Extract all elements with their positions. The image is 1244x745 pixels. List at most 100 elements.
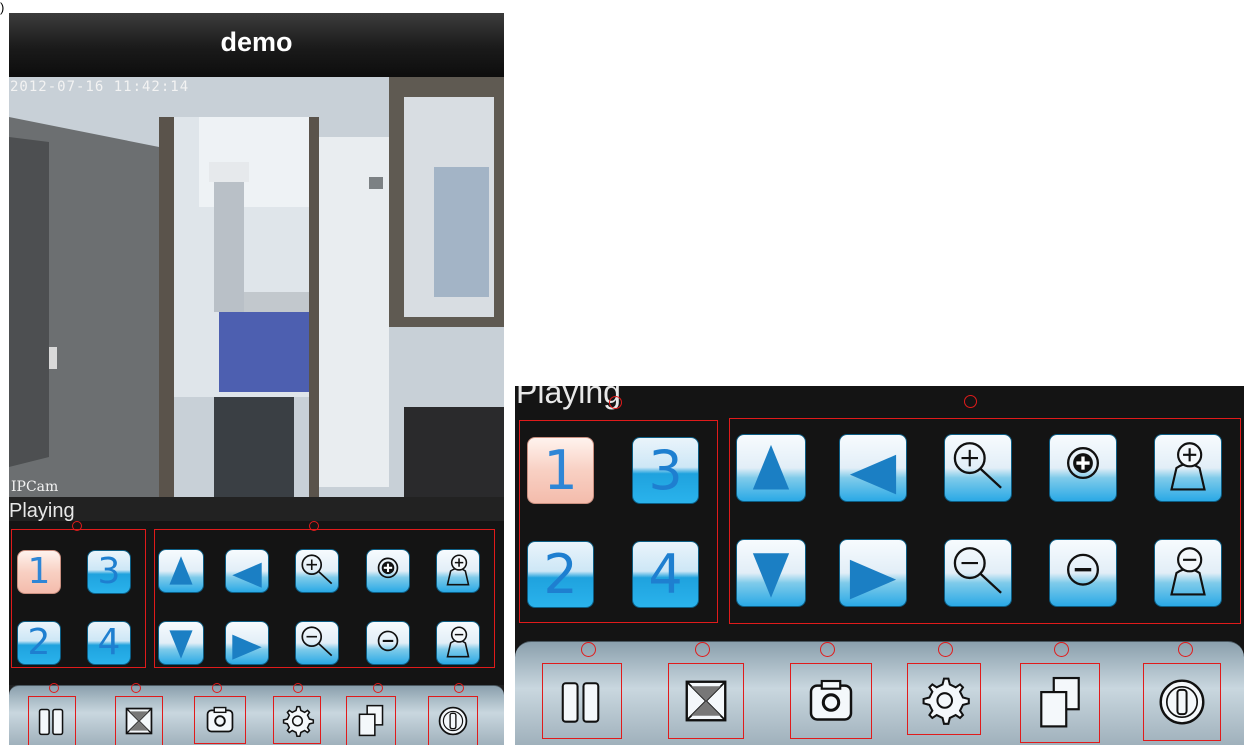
ptz-down-button[interactable] [158,621,204,665]
focus-out-icon [446,626,470,658]
info-icon [1159,679,1205,725]
info-button[interactable] [1143,663,1221,741]
multi-view-button[interactable] [346,696,396,745]
video-frame-image [9,77,504,497]
gear-icon [282,705,315,738]
minus-button[interactable] [1049,539,1117,607]
channel-label: 3 [648,438,683,502]
ptz-left-button[interactable] [839,434,907,502]
arrow-left-icon [849,454,897,495]
callout-marker [820,642,835,657]
multi-view-icon [1040,676,1080,728]
callout-marker [49,683,59,693]
bottom-toolbar-zoomed [515,641,1244,745]
pause-button[interactable] [28,696,76,745]
zoom-in-button[interactable] [295,549,339,593]
control-panel: 1 3 2 4 [9,521,504,685]
channel-label: 4 [97,622,121,663]
focus-in-icon [446,554,470,586]
focus-out-icon [1170,547,1206,596]
snapshot-button[interactable] [790,663,872,739]
channel-label: 2 [27,622,51,663]
corner-mark: ) [0,0,5,15]
channel-label: 3 [97,551,121,592]
settings-button[interactable] [907,663,981,735]
channel-label: 1 [27,551,51,592]
zoom-in-icon [301,554,333,585]
focus-in-button[interactable] [1154,434,1222,502]
status-text-zoomed: Playing [516,386,621,410]
channel-button-1[interactable]: 1 [17,550,61,594]
settings-button[interactable] [273,696,321,744]
gear-icon [922,677,970,725]
channel-button-4[interactable]: 4 [632,541,699,608]
arrow-down-icon [752,553,790,598]
callout-marker [309,521,319,531]
zoom-out-icon [953,547,1002,594]
minus-circle-icon [377,630,399,652]
arrow-left-icon [232,562,262,588]
channel-button-3[interactable]: 3 [632,437,699,504]
ptz-up-button[interactable] [736,434,806,502]
zoom-in-icon [953,442,1002,489]
callout-marker [581,642,596,657]
callout-marker [1054,642,1069,657]
zoom-out-icon [301,626,333,657]
callout-marker [938,642,953,657]
plus-circle-icon [377,557,399,579]
camera-icon [206,706,234,733]
video-view[interactable]: 2012-07-16 11:42:14 IPCam [9,77,504,497]
plus-circle-icon [1066,447,1100,480]
bottom-toolbar [9,683,504,745]
callout-marker [964,395,977,408]
plus-button[interactable] [366,549,410,593]
status-text: Playing [9,500,75,522]
callout-marker [131,683,141,693]
camera-label: IPCam [11,479,59,495]
plus-button[interactable] [1049,434,1117,502]
arrow-up-icon [169,556,193,585]
channel-button-3[interactable]: 3 [87,550,131,594]
ptz-right-button[interactable] [225,621,269,665]
channel-label: 2 [543,542,578,606]
arrow-down-icon [169,630,193,659]
app-title: demo [220,27,293,57]
channel-button-2[interactable]: 2 [17,621,61,665]
focus-out-button[interactable] [436,621,480,665]
pause-icon [561,682,600,723]
focus-in-button[interactable] [436,549,480,593]
arrow-up-icon [752,444,790,490]
video-timestamp: 2012-07-16 11:42:14 [10,79,190,95]
channel-button-1[interactable]: 1 [527,437,594,504]
ptz-left-button[interactable] [225,549,269,593]
callout-marker [1178,642,1193,657]
zoom-out-button[interactable] [295,621,339,665]
callout-marker [695,642,710,657]
pause-button[interactable] [542,663,622,739]
minus-button[interactable] [366,621,410,665]
info-button[interactable] [428,696,478,745]
zoom-in-button[interactable] [944,434,1012,502]
close-view-button[interactable] [115,696,163,745]
callout-marker [609,396,622,409]
channel-button-4[interactable]: 4 [87,621,131,665]
focus-out-button[interactable] [1154,539,1222,607]
ptz-right-button[interactable] [839,539,907,607]
ptz-up-button[interactable] [158,549,204,593]
ptz-down-button[interactable] [736,539,806,607]
zoomed-control-panel: Playing 1 3 2 4 [515,386,1244,745]
arrow-right-icon [849,559,897,600]
phone-screen: demo 2012-07-16 11:42:14 IPCam Playing 1… [9,13,504,745]
arrow-right-icon [232,634,262,660]
channel-button-2[interactable]: 2 [527,541,594,608]
pause-icon [38,708,64,736]
minus-circle-icon [1066,553,1100,586]
multi-view-button[interactable] [1020,663,1100,743]
zoom-out-button[interactable] [944,539,1012,607]
close-view-button[interactable] [668,663,744,739]
snapshot-button[interactable] [194,696,246,744]
callout-marker [72,521,82,531]
focus-in-icon [1170,442,1206,491]
callout-marker [373,683,383,693]
title-bar: demo [9,13,504,78]
